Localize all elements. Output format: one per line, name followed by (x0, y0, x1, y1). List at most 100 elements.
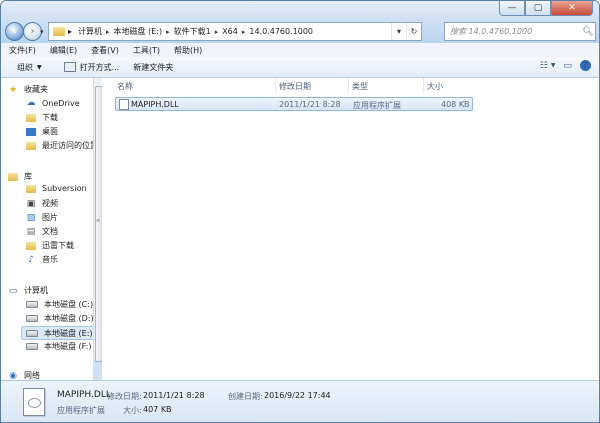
column-divider[interactable] (423, 78, 424, 92)
close-button[interactable]: ✕ (551, 1, 593, 16)
breadcrumb-x64[interactable]: X64 ▸ (222, 27, 245, 36)
preview-pane-icon[interactable]: ▭ (563, 61, 572, 71)
column-header-size[interactable]: 大小 (427, 81, 443, 92)
details-pane: MAPIPH.DLL 应用程序扩展 修改日期: 2011/1/21 8:28 大… (1, 380, 599, 422)
menu-file[interactable]: 文件(F) (3, 45, 42, 56)
dll-file-large-icon (23, 388, 45, 416)
nav-videos[interactable]: ▣ 视频 (26, 198, 58, 209)
column-headers: 名称 修改日期 类型 大小 (102, 78, 599, 92)
details-created-label: 创建日期: (228, 392, 263, 401)
back-button[interactable]: ‹ (5, 22, 24, 41)
nav-subversion[interactable]: Subversion (26, 184, 87, 193)
search-input[interactable]: 搜索 14.0.4760.1000 (445, 26, 581, 37)
file-list-pane: 名称 修改日期 类型 大小 MAPIPH.DLL 2011/1/21 8:28 … (102, 78, 599, 380)
cloud-icon: ☁ (26, 98, 36, 108)
organize-button[interactable]: 组织 ▼ (17, 62, 42, 73)
chevron-down-icon: ▼ (37, 63, 42, 71)
nav-recent-places[interactable]: 最近访问的位置 (26, 140, 98, 151)
details-created-value: 2016/9/22 17:44 (264, 391, 331, 400)
breadcrumb-root-chevron[interactable]: ▸ (68, 27, 72, 36)
nav-drive-d[interactable]: 本地磁盘 (D:) (26, 313, 94, 324)
breadcrumb-version-folder[interactable]: 14.0.4760.1000 (249, 27, 313, 36)
nav-xunlei-downloads[interactable]: 迅雷下载 (26, 240, 74, 251)
recent-places-icon (26, 141, 36, 150)
file-name: MAPIPH.DLL (131, 100, 179, 109)
back-arrow-icon: ‹ (12, 26, 17, 37)
drive-icon (26, 343, 38, 350)
column-header-type[interactable]: 类型 (352, 81, 368, 92)
breadcrumb-computer[interactable]: 计算机 ▸ (78, 26, 110, 37)
address-dropdown-button[interactable]: ▾ (391, 23, 406, 40)
desktop-icon (26, 127, 36, 136)
chevron-right-icon[interactable]: ▸ (215, 28, 219, 36)
scrollbar-grip-icon: ≡ (96, 218, 101, 224)
nav-computer[interactable]: ▭ 计算机 (8, 285, 48, 296)
explorer-window: — ▢ ✕ ‹ › ▾ ▸ 计算机 ▸ 本地磁盘 (E:) ▸ 软件下载1 ▸ X64… (0, 0, 600, 423)
column-divider[interactable] (348, 78, 349, 92)
video-icon: ▣ (26, 198, 36, 209)
library-icon (8, 172, 18, 181)
nav-drive-c[interactable]: 本地磁盘 (C:) (26, 299, 93, 310)
nav-desktop[interactable]: 桌面 (26, 126, 58, 137)
nav-drive-e[interactable]: 本地磁盘 (E:) (21, 326, 95, 340)
menu-edit[interactable]: 编辑(E) (44, 45, 83, 56)
nav-pictures[interactable]: ▨ 图片 (26, 212, 58, 223)
nav-favorites[interactable]: ★ 收藏夹 (8, 84, 48, 95)
minimize-button[interactable]: — (499, 1, 525, 16)
breadcrumb-drive-e[interactable]: 本地磁盘 (E:) ▸ (114, 26, 170, 37)
window-controls: — ▢ ✕ (499, 1, 593, 16)
open-with-button[interactable]: 打开方式... (63, 62, 120, 73)
menu-help[interactable]: 帮助(H) (168, 45, 208, 56)
document-icon: ▤ (26, 226, 36, 237)
open-with-label: 打开方式... (79, 62, 120, 72)
nav-onedrive[interactable]: ☁ OneDrive (26, 98, 80, 108)
recent-pages-dropdown[interactable]: ▾ (40, 28, 44, 36)
details-modified-label: 修改日期: (107, 392, 142, 401)
search-box[interactable]: 搜索 14.0.4760.1000 🔍︎ (444, 22, 596, 41)
file-modified: 2011/1/21 8:28 (279, 100, 341, 109)
help-icon[interactable]: ? (580, 60, 591, 71)
maximize-button[interactable]: ▢ (525, 1, 551, 16)
nav-libraries[interactable]: 库 (8, 171, 32, 182)
file-type: 应用程序扩展 (353, 101, 401, 110)
chevron-right-icon[interactable]: ▸ (242, 28, 246, 36)
menu-view[interactable]: 查看(V) (85, 45, 125, 56)
music-note-icon: ♪ (28, 254, 34, 265)
nav-documents[interactable]: ▤ 文档 (26, 226, 58, 237)
nav-music[interactable]: ♪ 音乐 (26, 254, 58, 265)
computer-icon: ▭ (8, 285, 18, 296)
new-folder-label: 新建文件夹 (133, 62, 174, 72)
drive-icon (26, 315, 38, 322)
drive-icon (26, 329, 38, 337)
column-divider[interactable] (275, 78, 276, 92)
details-size-value: 407 KB (143, 405, 172, 414)
search-icon: 🔍︎ (582, 26, 594, 37)
chevron-right-icon[interactable]: ▸ (166, 28, 170, 36)
address-bar[interactable]: ▸ 计算机 ▸ 本地磁盘 (E:) ▸ 软件下载1 ▸ X64 ▸ 14.0.4760.… (48, 22, 422, 41)
refresh-button[interactable]: ↻ (406, 23, 421, 40)
drive-icon (26, 301, 38, 308)
view-options-chevron-icon[interactable]: ▼ (551, 62, 556, 69)
column-header-name[interactable]: 名称 (117, 81, 133, 92)
menu-tools[interactable]: 工具(T) (127, 45, 166, 56)
navigation-pane: ★ 收藏夹 ☁ OneDrive 下载 桌面 最近访问的位置 库 Subversio… (1, 78, 98, 381)
nav-downloads[interactable]: 下载 (26, 112, 58, 123)
breadcrumb-software-download[interactable]: 软件下载1 ▸ (174, 26, 219, 37)
open-with-icon (63, 62, 76, 72)
chevron-right-icon[interactable]: ▸ (106, 28, 110, 36)
file-size: 408 KB (441, 100, 470, 109)
column-header-modified[interactable]: 修改日期 (279, 81, 311, 92)
star-icon: ★ (8, 84, 18, 95)
file-row[interactable]: MAPIPH.DLL 2011/1/21 8:28 应用程序扩展 408 KB (115, 97, 473, 111)
menu-bar: 文件(F) 编辑(E) 查看(V) 工具(T) 帮助(H) (1, 43, 599, 58)
downloads-folder-icon (26, 113, 36, 122)
title-bar: — ▢ ✕ ‹ › ▾ ▸ 计算机 ▸ 本地磁盘 (E:) ▸ 软件下载1 ▸ X64… (1, 1, 599, 43)
details-size-label: 大小: (123, 406, 142, 415)
new-folder-button[interactable]: 新建文件夹 (133, 62, 173, 73)
change-view-icon[interactable]: ☷ (540, 61, 548, 71)
dll-file-icon (119, 99, 129, 110)
command-bar: 组织 ▼ 打开方式... 新建文件夹 ☷ ▼ ▭ ? (1, 57, 599, 78)
subversion-library-icon (26, 184, 36, 193)
nav-drive-f[interactable]: 本地磁盘 (F:) (26, 341, 91, 352)
network-icon: ◉ (9, 370, 17, 381)
